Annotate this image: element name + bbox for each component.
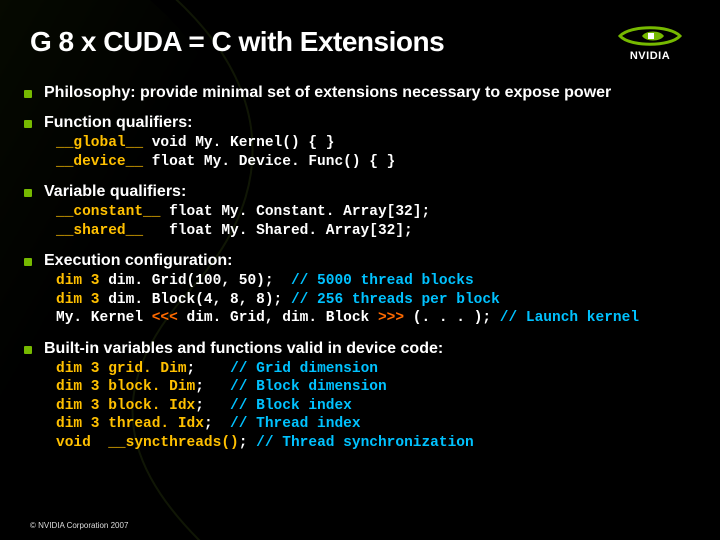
code-token: dim. Grid(100, 50);: [100, 273, 291, 289]
copyright-text: © NVIDIA Corporation 2007: [30, 521, 128, 530]
code-token: block. Idx: [108, 398, 195, 414]
code-token: dim 3: [56, 398, 100, 414]
code-token: __shared__: [56, 223, 160, 239]
section-heading: Function qualifiers:: [44, 114, 690, 132]
code-token: [100, 398, 109, 414]
bullet-item: Function qualifiers: __global__ void My. …: [30, 114, 690, 171]
bullet-item: Built-in variables and functions valid i…: [30, 340, 690, 453]
code-token: // Thread synchronization: [256, 435, 474, 451]
code-block: __global__ void My. Kernel() { } __devic…: [44, 134, 690, 171]
code-token: // Block dimension: [230, 379, 387, 395]
code-token: dim 3: [56, 416, 100, 432]
code-token: dim. Block(4, 8, 8);: [100, 292, 291, 308]
bullet-item: Variable qualifiers: __constant__ float M…: [30, 183, 690, 240]
code-token: [100, 435, 109, 451]
code-token: __syncthreads(): [108, 435, 239, 451]
bullet-item: Execution configuration: dim 3 dim. Grid(…: [30, 252, 690, 328]
code-block: dim 3 grid. Dim; // Grid dimension dim 3…: [44, 360, 690, 453]
code-token: void: [56, 435, 100, 451]
slide-title: G 8 x CUDA = C with Extensions: [30, 26, 444, 58]
code-token: [100, 361, 109, 377]
code-token: // Thread index: [230, 416, 361, 432]
code-token: // 5000 thread blocks: [291, 273, 474, 289]
code-token: dim. Grid, dim. Block: [178, 310, 378, 326]
code-token: float My. Constant. Array[32];: [160, 204, 430, 220]
code-block: dim 3 dim. Grid(100, 50); // 5000 thread…: [44, 272, 690, 328]
code-block: __constant__ float My. Constant. Array[3…: [44, 203, 690, 240]
code-token: ;: [187, 361, 231, 377]
code-token: ;: [195, 398, 230, 414]
code-token: dim 3: [56, 361, 100, 377]
code-token: ;: [204, 416, 230, 432]
code-token: // Launch kernel: [500, 310, 639, 326]
nvidia-eye-icon: [618, 23, 682, 49]
code-token: void My. Kernel() { }: [143, 135, 334, 151]
code-token: float My. Shared. Array[32];: [160, 223, 412, 239]
code-token: ;: [195, 379, 230, 395]
code-token: grid. Dim: [108, 361, 186, 377]
nvidia-logo: NVIDIA: [610, 18, 690, 66]
section-heading: Philosophy: provide minimal set of exten…: [44, 84, 690, 102]
code-token: dim 3: [56, 292, 100, 308]
section-heading: Built-in variables and functions valid i…: [44, 340, 690, 358]
code-token: My. Kernel: [56, 310, 152, 326]
code-token: block. Dim: [108, 379, 195, 395]
bullet-list: Philosophy: provide minimal set of exten…: [30, 84, 690, 453]
section-heading: Variable qualifiers:: [44, 183, 690, 201]
code-token: __device__: [56, 154, 143, 170]
code-token: // 256 threads per block: [291, 292, 500, 308]
nvidia-logo-text: NVIDIA: [630, 50, 670, 62]
code-token: __global__: [56, 135, 143, 151]
code-token: ;: [239, 435, 256, 451]
bullet-item: Philosophy: provide minimal set of exten…: [30, 84, 690, 102]
code-token: [100, 416, 109, 432]
code-token: dim 3: [56, 379, 100, 395]
section-heading: Execution configuration:: [44, 252, 690, 270]
code-token: >>>: [378, 310, 404, 326]
code-token: <<<: [152, 310, 178, 326]
code-token: // Grid dimension: [230, 361, 378, 377]
code-token: dim 3: [56, 273, 100, 289]
code-token: // Block index: [230, 398, 352, 414]
code-token: thread. Idx: [108, 416, 204, 432]
code-token: float My. Device. Func() { }: [143, 154, 395, 170]
code-token: [100, 379, 109, 395]
code-token: (. . . );: [404, 310, 500, 326]
code-token: __constant__: [56, 204, 160, 220]
